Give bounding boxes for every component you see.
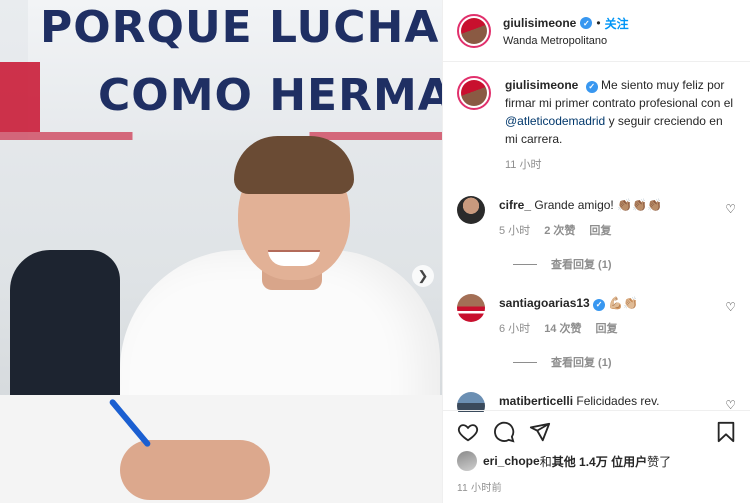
comment-text: 💪🏼👏🏼 [608, 296, 639, 310]
replies-divider-line [513, 361, 537, 363]
separator-dot: • [596, 16, 601, 30]
comment-icon[interactable] [493, 421, 515, 443]
author-username[interactable]: giulisimeone [503, 16, 576, 30]
commenter-username[interactable]: matiberticelli [499, 394, 573, 408]
chevron-right-icon: ❯ [417, 268, 429, 283]
hair [234, 136, 354, 194]
commenter-avatar[interactable] [457, 196, 485, 224]
comment-text: Felicidades rev. [576, 394, 660, 408]
comment-item: matiberticelli Felicidades rev. ♡ [457, 392, 736, 412]
reply-button[interactable]: 回复 [589, 222, 611, 240]
likes-count-link[interactable]: 其他 1.4万 位用户 [552, 453, 647, 470]
commenter-avatar[interactable] [457, 294, 485, 322]
post-caption: giulisimeone ✓ Me siento muy feliz por f… [457, 76, 736, 174]
caption-author-avatar[interactable] [457, 76, 491, 110]
reply-button[interactable]: 回复 [595, 320, 617, 338]
comment-text: Grande amigo! 👏🏽👏🏽👏🏽 [534, 198, 662, 212]
liker-username[interactable]: eri_chope [483, 454, 540, 468]
commenter-avatar[interactable] [457, 392, 485, 412]
share-icon[interactable] [529, 421, 551, 443]
bookmark-icon[interactable] [715, 421, 737, 443]
likes-suffix: 赞了 [647, 454, 672, 469]
post-side-panel: giulisimeone ✓ • 关注 Wanda Metropolitano … [442, 0, 750, 503]
comment-likes[interactable]: 2 次赞 [544, 222, 575, 240]
view-replies-label: 查看回复 (1) [551, 357, 612, 369]
red-bar-decoration [0, 132, 442, 140]
liker-avatar[interactable] [457, 451, 477, 471]
hand [120, 440, 270, 500]
view-replies-label: 查看回复 (1) [551, 259, 612, 271]
author-avatar[interactable] [457, 13, 491, 48]
comments-list[interactable]: giulisimeone ✓ Me siento muy feliz por f… [443, 62, 750, 412]
comment-item: cifre_ Grande amigo! 👏🏽👏🏽👏🏽 5 小时 2 次赞 回复… [457, 196, 736, 240]
follow-button[interactable]: 关注 [605, 15, 629, 32]
mention-link[interactable]: @atleticodemadrid [505, 114, 605, 128]
next-photo-button[interactable]: ❯ [412, 265, 434, 287]
red-stripe-decoration [0, 62, 40, 132]
slogan-line-1: PORQUE LUCHAN [40, 2, 442, 53]
commenter-username[interactable]: cifre_ [499, 198, 531, 212]
comment-time[interactable]: 6 小时 [499, 320, 530, 338]
post-actions: eri_chope 和 其他 1.4万 位用户 赞了 11 小时前 [443, 410, 750, 494]
view-replies-button[interactable]: 查看回复 (1) [513, 354, 736, 370]
heart-outline-icon[interactable]: ♡ [725, 300, 736, 314]
caption-username[interactable]: giulisimeone [505, 78, 578, 92]
caption-time[interactable]: 11 小时 [505, 156, 541, 174]
likes-summary: eri_chope 和 其他 1.4万 位用户 赞了 [457, 451, 737, 471]
heart-outline-icon[interactable]: ♡ [725, 202, 736, 216]
comment-time[interactable]: 5 小时 [499, 222, 530, 240]
slogan-line-2: COMO HERMANOS [98, 70, 442, 121]
heart-icon[interactable] [457, 421, 479, 443]
verified-badge-icon: ✓ [593, 299, 606, 311]
replies-divider-line [513, 263, 537, 265]
post-header: giulisimeone ✓ • 关注 Wanda Metropolitano [443, 0, 750, 62]
likes-connector: 和 [539, 454, 552, 469]
post-photo[interactable]: PORQUE LUCHAN COMO HERMANOS ❯ [0, 0, 442, 503]
office-chair [10, 250, 120, 410]
post-timestamp[interactable]: 11 小时前 [457, 479, 737, 494]
verified-badge-icon: ✓ [580, 17, 593, 29]
comment-likes[interactable]: 14 次赞 [544, 320, 581, 338]
view-replies-button[interactable]: 查看回复 (1) [513, 256, 736, 272]
commenter-username[interactable]: santiagoarias13 [499, 296, 590, 310]
verified-badge-icon: ✓ [585, 81, 598, 93]
comment-item: santiagoarias13 ✓ 💪🏼👏🏼 6 小时 14 次赞 回复 ♡ [457, 294, 736, 338]
location-link[interactable]: Wanda Metropolitano [503, 35, 629, 47]
smile [268, 250, 320, 266]
